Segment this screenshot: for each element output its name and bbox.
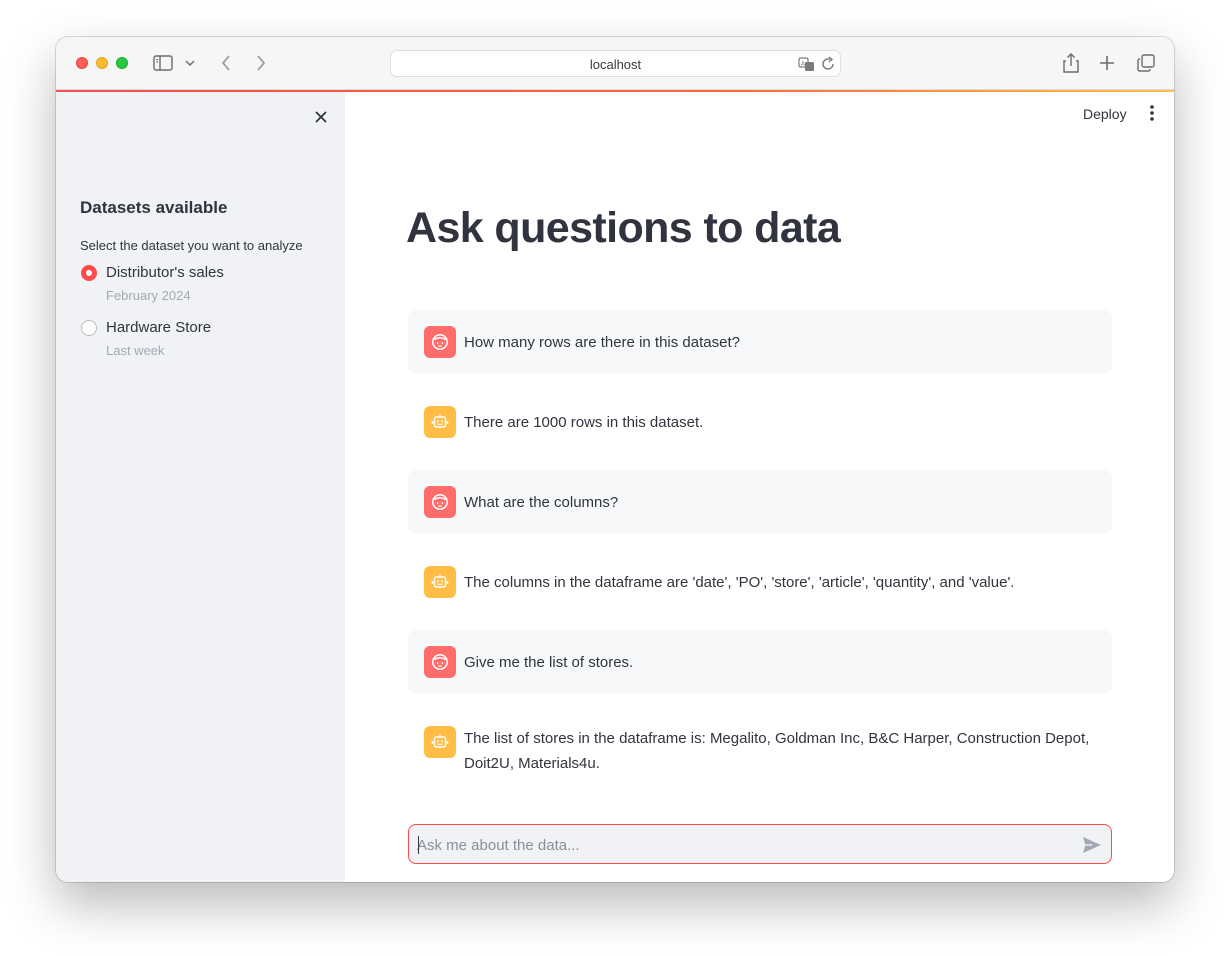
chat-message-user: How many rows are there in this dataset? [408,310,1112,374]
message-text: The list of stores in the dataframe is: … [464,730,1090,772]
user-avatar-icon [424,326,456,358]
close-window-button[interactable] [76,57,88,69]
dataset-option-caption: Last week [106,343,165,358]
assistant-avatar-icon [424,566,456,598]
translate-icon[interactable]: A [798,56,816,77]
user-avatar-icon [424,486,456,518]
assistant-avatar-icon [424,726,456,758]
message-text: The columns in the dataframe are 'date',… [464,574,1015,591]
reload-icon[interactable] [821,56,836,77]
chevron-down-icon[interactable] [182,52,198,74]
send-icon[interactable] [1081,835,1103,855]
dataset-radio-caption: Select the dataset you want to analyze [80,238,303,253]
message-text: What are the columns? [464,494,619,511]
chat-message-assistant: There are 1000 rows in this dataset. [408,390,1112,454]
dataset-option-caption: February 2024 [106,288,191,303]
address-bar[interactable]: localhost A [390,50,841,77]
page-title: Ask questions to data [406,204,841,252]
dataset-option-label: Distributor's sales [106,264,224,281]
assistant-avatar-icon [424,406,456,438]
radio-button[interactable] [81,320,97,336]
url-text: localhost [589,57,642,72]
chat-input[interactable] [417,832,1067,858]
zoom-window-button[interactable] [116,57,128,69]
forward-arrow-icon[interactable] [250,52,272,74]
minimize-window-button[interactable] [96,57,108,69]
more-options-icon[interactable] [1145,104,1159,122]
message-text: How many rows are there in this dataset? [464,334,740,351]
chat-input-container [408,824,1112,864]
chat-message-user: What are the columns? [408,470,1112,534]
text-cursor [418,836,419,854]
message-text: There are 1000 rows in this dataset. [464,414,704,431]
back-arrow-icon[interactable] [215,52,237,74]
message-text: Give me the list of stores. [464,654,634,671]
main-content: Deploy Ask questions to data How many ro… [345,92,1174,882]
close-sidebar-icon[interactable] [313,109,329,125]
chat-message-assistant: The columns in the dataframe are 'date',… [408,550,1112,614]
sidebar: Datasets available Select the dataset yo… [56,92,345,882]
new-tab-icon[interactable] [1096,52,1118,74]
sidebar-toggle-icon[interactable] [152,52,174,74]
dataset-option-label: Hardware Store [106,319,212,336]
sidebar-title: Datasets available [80,198,228,217]
share-icon[interactable] [1060,52,1082,74]
browser-toolbar: localhost A [56,37,1174,90]
radio-button-selected[interactable] [81,265,97,281]
browser-window: localhost A Datasets available Select th… [56,37,1174,882]
chat-message-assistant: The list of stores in the dataframe is: … [408,710,1112,800]
deploy-button[interactable]: Deploy [1083,106,1127,122]
chat-message-user: Give me the list of stores. [408,630,1112,694]
user-avatar-icon [424,646,456,678]
tab-overview-icon[interactable] [1135,52,1157,74]
